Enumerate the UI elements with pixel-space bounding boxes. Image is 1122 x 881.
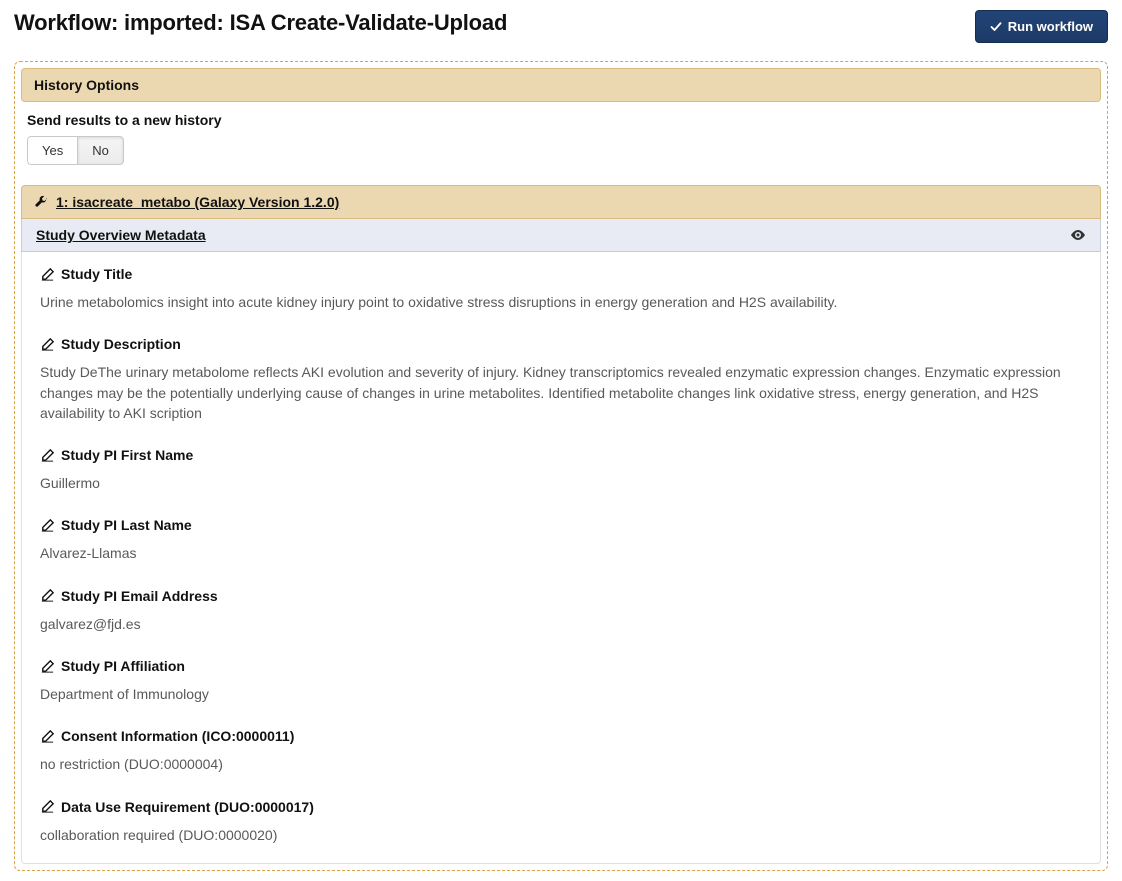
field-value: Department of Immunology [40,684,1082,704]
field-consent: Consent Information (ICO:0000011) no res… [22,718,1100,788]
send-results-toggle: Yes No [27,136,124,165]
edit-icon[interactable] [40,799,55,814]
workflow-container: History Options Send results to a new hi… [14,61,1108,871]
section-body: Study Title Urine metabolomics insight i… [21,252,1101,864]
field-value: no restriction (DUO:0000004) [40,754,1082,774]
tool-title-link[interactable]: 1: isacreate_metabo (Galaxy Version 1.2.… [56,194,339,210]
field-value: galvarez@fjd.es [40,614,1082,634]
edit-icon[interactable] [40,337,55,352]
history-options-header: History Options [21,68,1101,102]
field-data-use: Data Use Requirement (DUO:0000017) colla… [22,789,1100,859]
field-label-text: Consent Information (ICO:0000011) [61,728,294,744]
run-workflow-button[interactable]: Run workflow [975,10,1108,43]
field-pi-email: Study PI Email Address galvarez@fjd.es [22,578,1100,648]
field-label-text: Study PI Affiliation [61,658,185,674]
field-label-text: Study PI Email Address [61,588,218,604]
field-pi-last-name: Study PI Last Name Alvarez-Llamas [22,507,1100,577]
tool-header[interactable]: 1: isacreate_metabo (Galaxy Version 1.2.… [21,185,1101,219]
page-title: Workflow: imported: ISA Create-Validate-… [14,10,507,36]
field-pi-first-name: Study PI First Name Guillermo [22,437,1100,507]
history-options-body: Send results to a new history Yes No [21,102,1101,181]
edit-icon[interactable] [40,729,55,744]
edit-icon[interactable] [40,659,55,674]
check-icon [990,21,1002,33]
eye-icon[interactable] [1070,227,1086,243]
field-study-description: Study Description Study DeThe urinary me… [22,326,1100,437]
edit-icon[interactable] [40,448,55,463]
edit-icon[interactable] [40,267,55,282]
wrench-icon [34,195,48,209]
field-label-text: Study Title [61,266,132,282]
field-label-text: Data Use Requirement (DUO:0000017) [61,799,314,815]
field-value: Study DeThe urinary metabolome reflects … [40,362,1082,423]
field-label-text: Study PI Last Name [61,517,192,533]
field-value: Guillermo [40,473,1082,493]
section-title: Study Overview Metadata [36,227,206,243]
field-pi-affiliation: Study PI Affiliation Department of Immun… [22,648,1100,718]
field-study-title: Study Title Urine metabolomics insight i… [22,256,1100,326]
run-workflow-label: Run workflow [1008,19,1093,34]
edit-icon[interactable] [40,518,55,533]
field-label-text: Study PI First Name [61,447,193,463]
section-header[interactable]: Study Overview Metadata [21,219,1101,252]
field-value: Alvarez-Llamas [40,543,1082,563]
send-results-label: Send results to a new history [27,112,1095,128]
toggle-yes-button[interactable]: Yes [27,136,77,165]
field-label-text: Study Description [61,336,181,352]
toggle-no-button[interactable]: No [77,136,124,165]
edit-icon[interactable] [40,588,55,603]
field-value: Urine metabolomics insight into acute ki… [40,292,1082,312]
